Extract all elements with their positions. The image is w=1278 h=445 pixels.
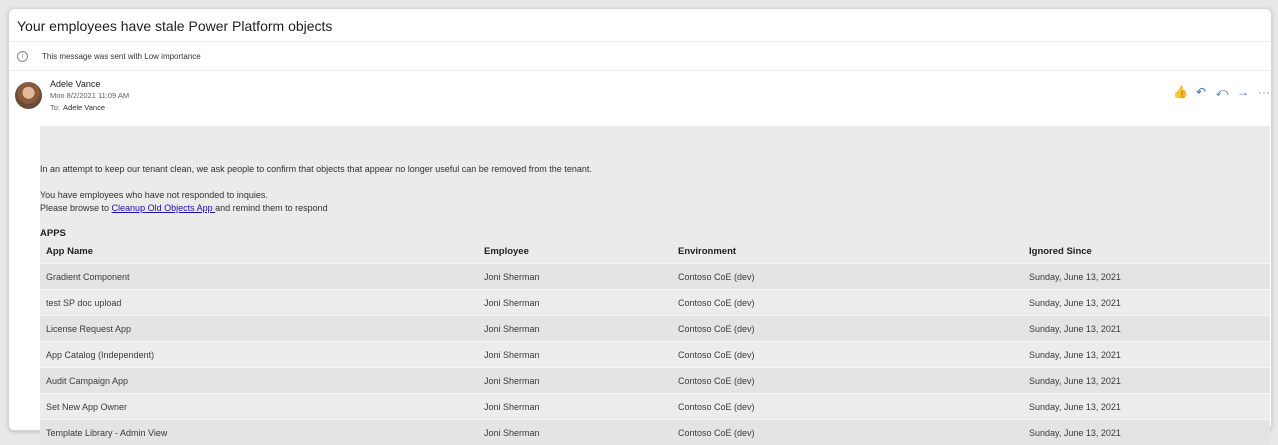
sent-date: Mon 8/2/2021 11:09 AM (50, 91, 129, 100)
reply-all-icon[interactable]: ⤺ (1215, 85, 1229, 99)
cell-employee: Joni Sherman (478, 316, 672, 342)
cell-environment: Contoso CoE (dev) (672, 290, 1023, 316)
cell-app-name: Set New App Owner (40, 394, 478, 420)
cell-employee: Joni Sherman (478, 264, 672, 290)
apps-section-title: APPS (40, 228, 66, 239)
reply-icon[interactable]: ↶ (1194, 85, 1208, 99)
cell-app-name: App Catalog (Independent) (40, 342, 478, 368)
cell-app-name: Gradient Component (40, 264, 478, 290)
cell-employee: Joni Sherman (478, 290, 672, 316)
cell-employee: Joni Sherman (478, 420, 672, 445)
cell-ignored-since: Sunday, June 13, 2021 (1023, 420, 1270, 445)
body-line-3-prefix: Please browse to (40, 203, 112, 213)
body-line-3: Please browse to Cleanup Old Objects App… (40, 203, 328, 213)
cell-employee: Joni Sherman (478, 394, 672, 420)
table-row: test SP doc upload Joni Sherman Contoso … (40, 290, 1270, 316)
body-line-1: In an attempt to keep our tenant clean, … (40, 164, 592, 174)
cell-ignored-since: Sunday, June 13, 2021 (1023, 342, 1270, 368)
col-header-ignored-since: Ignored Since (1023, 239, 1270, 264)
forward-icon[interactable]: → (1236, 85, 1250, 99)
cell-app-name: License Request App (40, 316, 478, 342)
col-header-employee: Employee (478, 239, 672, 264)
table-row: Gradient Component Joni Sherman Contoso … (40, 264, 1270, 290)
col-header-environment: Environment (672, 239, 1023, 264)
message-actions: 👍 ↶ ⤺ → ··· (1173, 85, 1271, 99)
message-body: In an attempt to keep our tenant clean, … (40, 126, 1270, 422)
cell-employee: Joni Sherman (478, 342, 672, 368)
table-row: Set New App Owner Joni Sherman Contoso C… (40, 394, 1270, 420)
cell-ignored-since: Sunday, June 13, 2021 (1023, 368, 1270, 394)
more-icon[interactable]: ··· (1257, 85, 1271, 99)
apps-table: App Name Employee Environment Ignored Si… (40, 239, 1270, 445)
cleanup-app-link[interactable]: Cleanup Old Objects App (112, 203, 216, 213)
table-row: Template Library - Admin View Joni Sherm… (40, 420, 1270, 445)
info-icon: i (17, 51, 28, 62)
cell-ignored-since: Sunday, June 13, 2021 (1023, 316, 1270, 342)
importance-banner: i This message was sent with Low importa… (9, 42, 1271, 71)
table-row: License Request App Joni Sherman Contoso… (40, 316, 1270, 342)
to-label: To: (50, 103, 60, 112)
cell-employee: Joni Sherman (478, 368, 672, 394)
recipient-name[interactable]: Adele Vance (63, 103, 105, 112)
cell-app-name: Audit Campaign App (40, 368, 478, 394)
avatar[interactable] (15, 82, 42, 109)
cell-environment: Contoso CoE (dev) (672, 394, 1023, 420)
cell-environment: Contoso CoE (dev) (672, 316, 1023, 342)
email-subject: Your employees have stale Power Platform… (9, 9, 1271, 42)
recipient-line: To:Adele Vance (50, 103, 105, 112)
cell-app-name: test SP doc upload (40, 290, 478, 316)
cell-environment: Contoso CoE (dev) (672, 264, 1023, 290)
sender-name[interactable]: Adele Vance (50, 79, 100, 89)
table-row: Audit Campaign App Joni Sherman Contoso … (40, 368, 1270, 394)
importance-text: This message was sent with Low importanc… (42, 52, 201, 61)
like-icon[interactable]: 👍 (1173, 85, 1187, 99)
table-header-row: App Name Employee Environment Ignored Si… (40, 239, 1270, 264)
body-line-2: You have employees who have not responde… (40, 190, 268, 200)
cell-app-name: Template Library - Admin View (40, 420, 478, 445)
cell-environment: Contoso CoE (dev) (672, 368, 1023, 394)
cell-environment: Contoso CoE (dev) (672, 342, 1023, 368)
table-row: App Catalog (Independent) Joni Sherman C… (40, 342, 1270, 368)
col-header-app-name: App Name (40, 239, 478, 264)
cell-environment: Contoso CoE (dev) (672, 420, 1023, 445)
body-line-3-suffix: and remind them to respond (215, 203, 328, 213)
cell-ignored-since: Sunday, June 13, 2021 (1023, 290, 1270, 316)
cell-ignored-since: Sunday, June 13, 2021 (1023, 394, 1270, 420)
cell-ignored-since: Sunday, June 13, 2021 (1023, 264, 1270, 290)
message-header: Adele Vance Mon 8/2/2021 11:09 AM To:Ade… (9, 71, 1271, 129)
